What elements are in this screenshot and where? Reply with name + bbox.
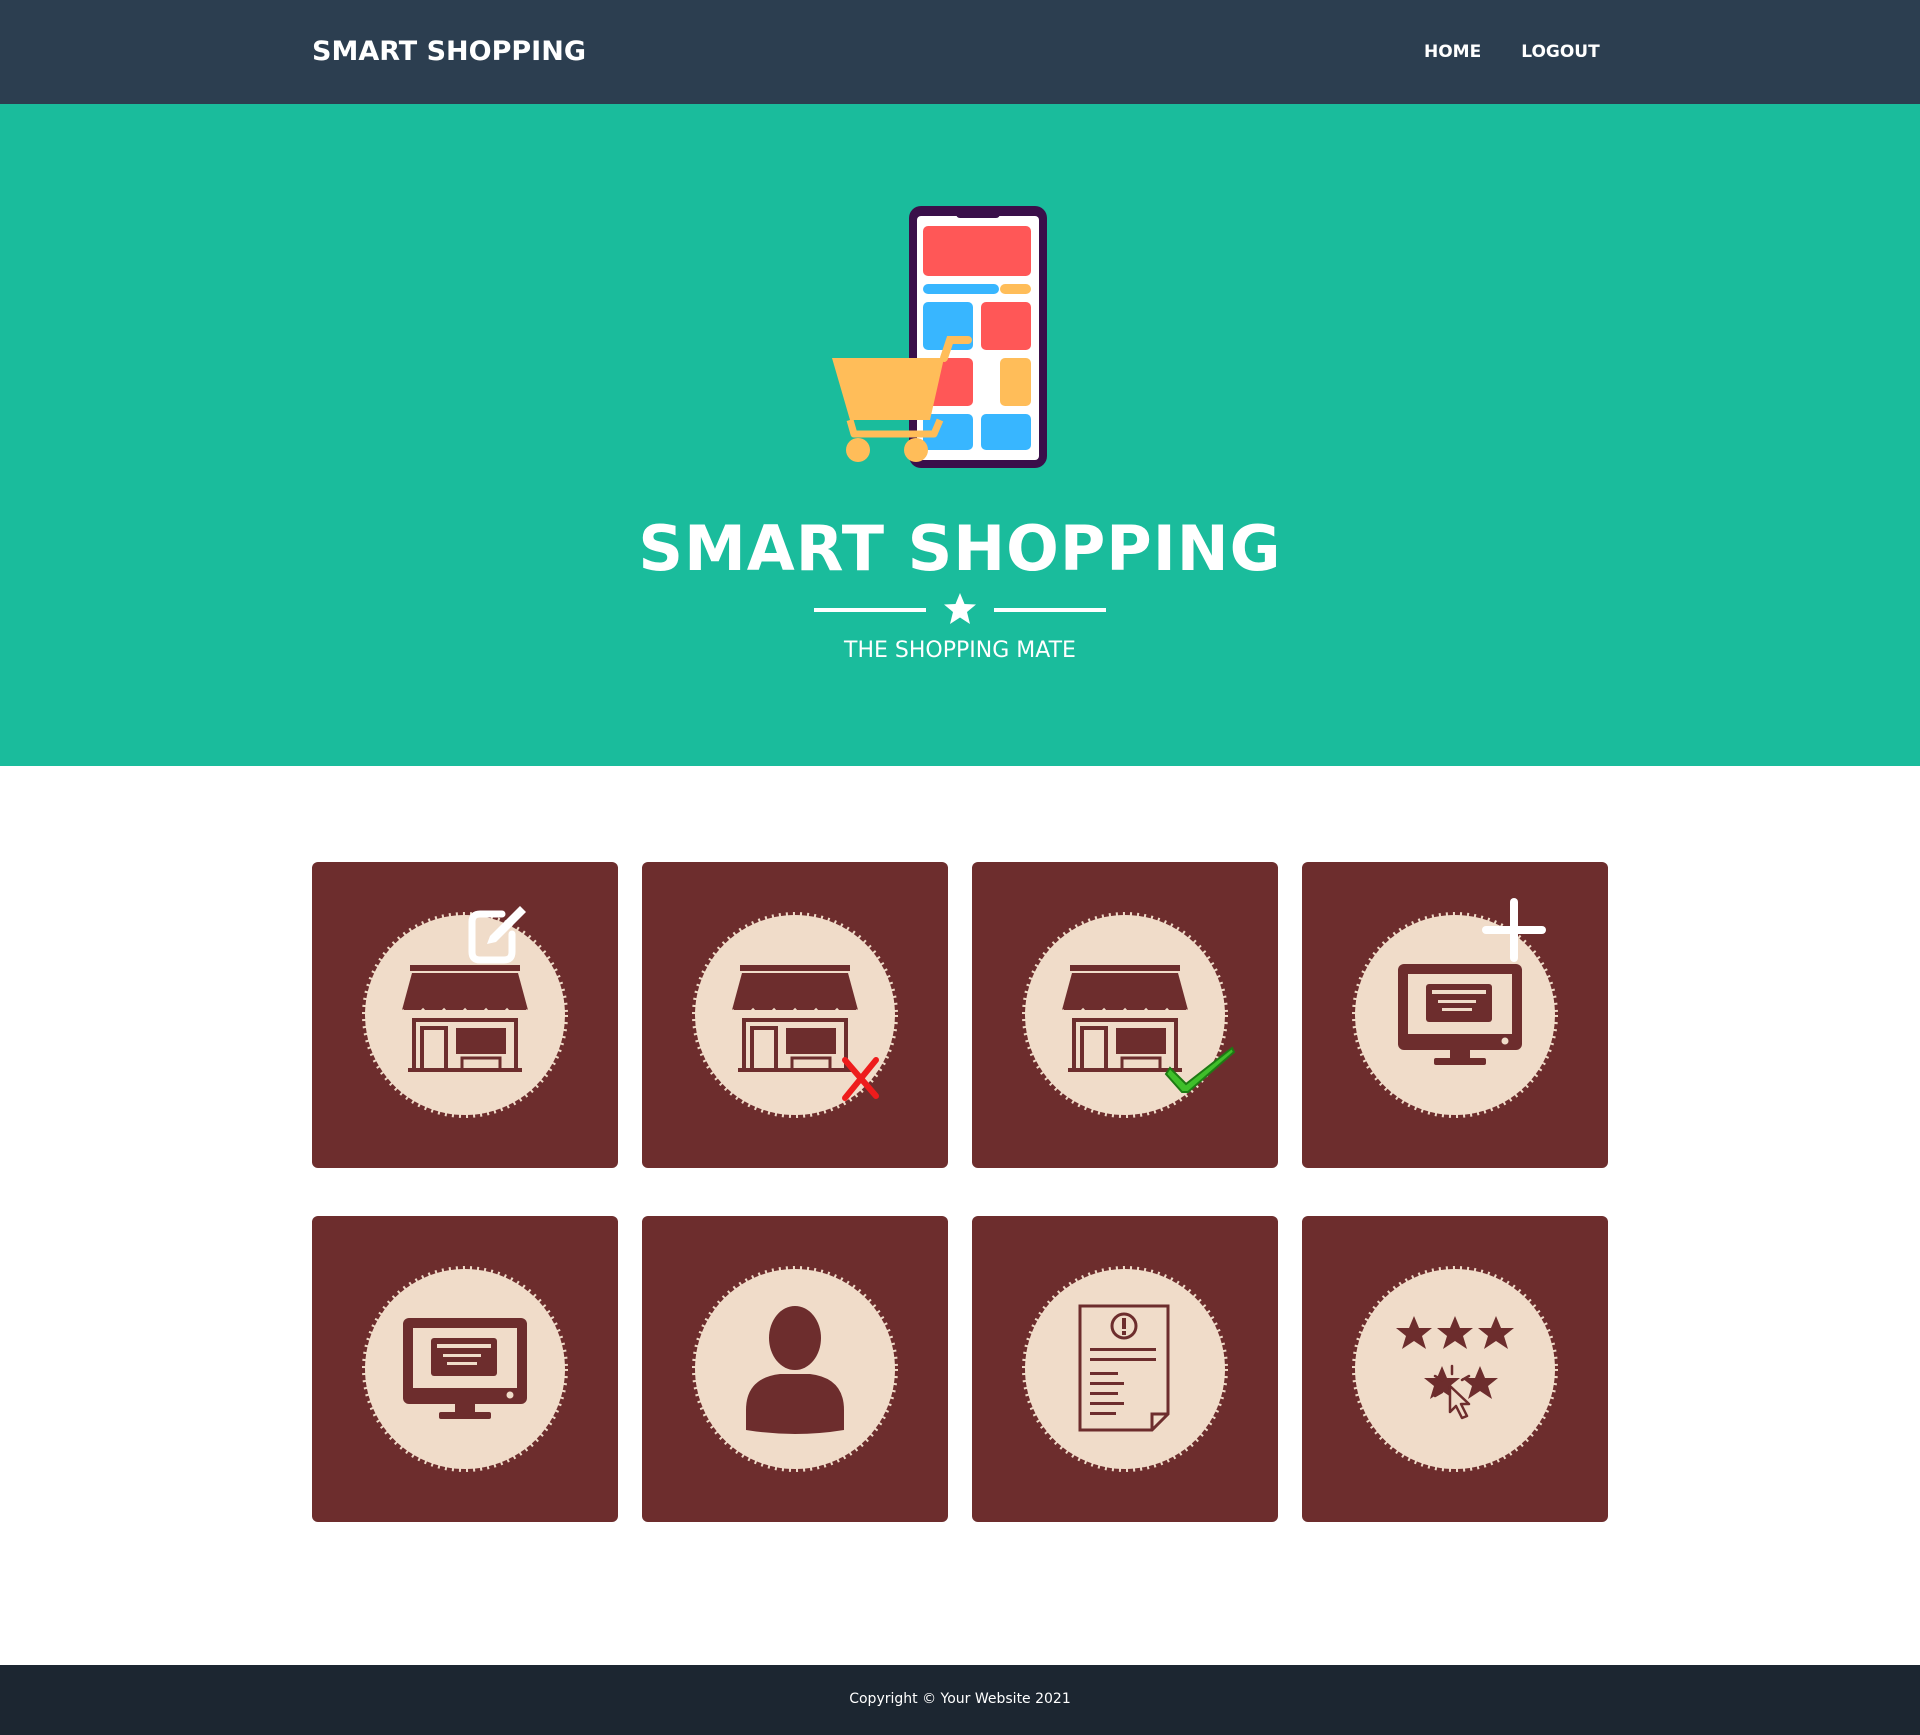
tile-report-document[interactable] [972, 1216, 1278, 1522]
online-ad-icon [362, 1266, 568, 1472]
nav-links: HOME LOGOUT [1424, 42, 1600, 62]
tile-rating-stars[interactable] [1302, 1216, 1608, 1522]
star-icon [944, 593, 976, 624]
tile-shop-approve[interactable] [972, 862, 1278, 1168]
shop-remove-icon [692, 912, 898, 1118]
user-profile-icon [692, 1266, 898, 1472]
report-document-icon [1022, 1266, 1228, 1472]
hero-title: SMART SHOPPING [638, 512, 1282, 585]
footer: Copyright © Your Website 2021 [0, 1665, 1920, 1735]
navbar: SMART SHOPPING HOME LOGOUT [0, 0, 1920, 104]
nav-home-link[interactable]: HOME [1424, 42, 1481, 62]
phone-cart-illustration [832, 206, 1047, 468]
shop-edit-icon [362, 906, 568, 1118]
feature-tile-grid [312, 862, 1608, 1522]
add-online-ad-icon [1352, 898, 1558, 1118]
tile-online-ad[interactable] [312, 1216, 618, 1522]
rating-stars-icon [1352, 1266, 1558, 1472]
shop-approve-icon [1022, 912, 1236, 1118]
hero-section: SMART SHOPPING THE SHOPPING MATE [0, 104, 1920, 766]
hero-subtitle: THE SHOPPING MATE [844, 638, 1076, 663]
nav-logout-link[interactable]: LOGOUT [1521, 42, 1599, 62]
copyright-text: Copyright © Your Website 2021 [849, 1691, 1071, 1707]
tile-shop-remove[interactable] [642, 862, 948, 1168]
tile-add-online-ad[interactable] [1302, 862, 1608, 1168]
tile-user-profile[interactable] [642, 1216, 948, 1522]
star-divider [814, 592, 1106, 626]
tile-shop-edit[interactable] [312, 862, 618, 1168]
brand-link[interactable]: SMART SHOPPING [312, 36, 586, 67]
